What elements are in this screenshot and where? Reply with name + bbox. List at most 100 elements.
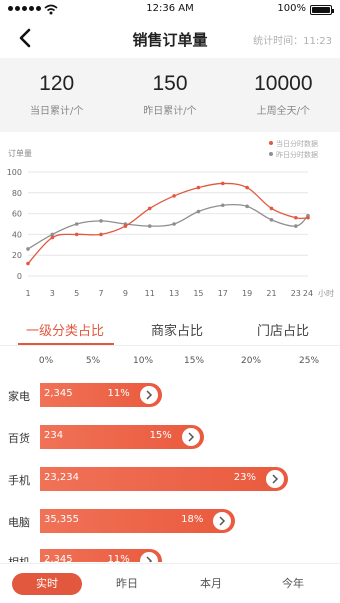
series-point [50, 235, 55, 240]
chevron-right-icon[interactable] [265, 470, 284, 488]
category-name: 百货 [8, 432, 30, 445]
series-point [269, 218, 274, 222]
category-percent: 11% [107, 388, 130, 399]
share-axis-tick: 20% [240, 356, 262, 366]
category-bar[interactable]: 2,345 11% [40, 549, 162, 562]
series-point [245, 185, 249, 190]
summary-yesterday: 150 昨日累计/个 [113, 58, 226, 132]
category-row: 相机 2,345 11% [0, 546, 340, 562]
x-tick-label: 5 [74, 289, 79, 298]
category-bar[interactable]: 35,355 18% [40, 509, 236, 533]
category-bar[interactable]: 23,234 23% [40, 467, 288, 491]
y-tick-label: 80 [12, 189, 22, 198]
series-line [27, 182, 309, 264]
share-axis-tick: 10% [132, 356, 154, 366]
category-percent: 11% [107, 554, 130, 562]
category-percent: 23% [233, 472, 256, 483]
tab-merchant-share[interactable]: 商家占比 [122, 320, 232, 339]
legend-marker [269, 152, 273, 156]
y-tick-label: 0 [17, 272, 22, 281]
series-point [74, 232, 79, 237]
series-point [147, 224, 152, 228]
series-point [220, 181, 225, 186]
chevron-right-icon[interactable] [181, 428, 200, 446]
period-tab-this-year[interactable]: 今年 [258, 573, 328, 595]
x-tick-label: 21 [266, 289, 276, 298]
series-point [99, 232, 103, 237]
summary-panel: 120 当日累计/个 150 昨日累计/个 10000 上周全天/个 [0, 58, 340, 132]
chevron-right-icon[interactable] [139, 386, 158, 404]
period-tabs: 实时 昨日 本月 今年 [0, 563, 340, 603]
x-tick-label: 17 [218, 289, 228, 298]
status-bar: 12:36 AM 100% [0, 0, 340, 20]
summary-value: 150 [152, 72, 188, 95]
stat-time: 统计时间：11:23 [253, 36, 332, 47]
category-row: 百货 234 15% [0, 422, 340, 452]
tab-category-share[interactable]: 一级分类占比 [10, 320, 120, 339]
category-name: 家电 [8, 390, 30, 403]
series-point [26, 261, 30, 266]
category-row: 手机 23,234 23% [0, 464, 340, 494]
category-name: 相机 [8, 554, 30, 562]
series-point [99, 219, 103, 223]
battery-icon [310, 5, 334, 15]
series-point [269, 206, 274, 211]
legend-label: 昨日分时数据 [276, 150, 318, 159]
category-value: 2,345 [44, 388, 73, 399]
active-tab-indicator [18, 343, 114, 345]
line-chart-svg: 020406080100订单量1 3 5 7 9 11 13 15 17 19 21 23 24 小时当日… [7, 139, 334, 298]
series-point [172, 194, 176, 198]
summary-value: 10000 [254, 72, 313, 95]
category-row: 家电 2,345 11% [0, 380, 340, 410]
category-name: 电脑 [8, 516, 30, 529]
series-point [50, 232, 55, 237]
share-axis-tick: 5% [85, 356, 101, 366]
period-tab-this-month[interactable]: 本月 [176, 573, 246, 595]
x-tick-label: 24 [303, 289, 313, 298]
category-percent: 18% [181, 514, 204, 525]
series-point [294, 224, 298, 228]
share-axis-tick: 25% [298, 356, 320, 366]
period-tab-realtime[interactable]: 实时 [12, 573, 82, 595]
category-percent: 15% [149, 430, 172, 441]
summary-value: 120 [39, 72, 75, 95]
summary-label: 昨日累计/个 [143, 106, 197, 117]
category-bar[interactable]: 234 15% [40, 425, 204, 449]
x-tick-label: 23 [291, 289, 301, 298]
series-point [196, 185, 201, 190]
x-tick-label: 19 [242, 289, 252, 298]
x-tick-label: 3 [50, 289, 55, 298]
share-axis-tick: 15% [183, 356, 205, 366]
series-point [245, 204, 249, 209]
battery-percent: 100% [277, 3, 306, 14]
y-tick-label: 60 [12, 210, 22, 219]
series-point [196, 209, 201, 214]
series-point [172, 222, 176, 226]
nav-bar: 销售订单量 统计时间：11:23 [0, 20, 340, 56]
series-line [27, 203, 309, 250]
category-value: 234 [44, 430, 64, 441]
summary-last-week: 10000 上周全天/个 [227, 58, 340, 132]
y-tick-label: 40 [12, 230, 22, 239]
chevron-right-icon[interactable] [213, 512, 232, 530]
summary-label: 上周全天/个 [256, 106, 310, 117]
order-line-chart: 0 20 40 60 80 100 订单量 1 3 5 7 9 11 13 15 17 19 21 23 24 小时 当日… [0, 136, 340, 304]
tab-store-share[interactable]: 门店占比 [228, 320, 338, 339]
series-point [123, 224, 128, 228]
category-row: 电脑 35,355 18% [0, 506, 340, 536]
x-tick-label: 7 [98, 289, 103, 298]
chevron-right-icon[interactable] [139, 552, 158, 562]
series-point [220, 203, 225, 208]
x-tick-label: 15 [193, 289, 203, 298]
y-axis-label: 订单量 [8, 148, 32, 158]
category-bar[interactable]: 2,345 11% [40, 383, 162, 407]
category-share-list: 家电 2,345 11% 百货 234 15% 手机 23,234 23% 电脑… [0, 380, 340, 562]
category-value: 23,234 [44, 472, 79, 483]
series-point [147, 206, 152, 211]
x-tick-label: 11 [145, 289, 155, 298]
x-tick-label: 13 [169, 289, 179, 298]
period-tab-yesterday[interactable]: 昨日 [92, 573, 162, 595]
summary-label: 当日累计/个 [29, 106, 84, 117]
y-tick-label: 20 [12, 251, 22, 260]
category-value: 2,345 [44, 554, 73, 562]
